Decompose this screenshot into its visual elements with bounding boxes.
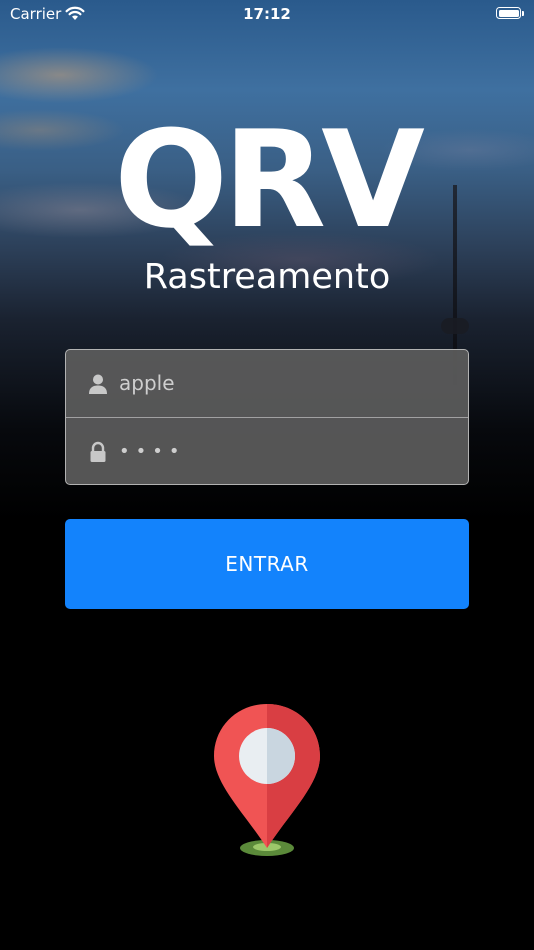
enter-button[interactable]: ENTRAR — [65, 519, 469, 609]
password-input[interactable]: •••• — [119, 418, 459, 484]
background-tower-pod — [441, 318, 469, 334]
clock: 17:12 — [243, 5, 291, 23]
username-field[interactable]: apple — [66, 350, 468, 417]
username-input[interactable]: apple — [119, 350, 459, 417]
user-icon — [89, 374, 107, 394]
app-logo: QRV — [114, 102, 425, 258]
location-pin-icon — [214, 704, 320, 856]
lock-icon — [90, 441, 106, 462]
battery-tip — [522, 11, 524, 16]
password-field[interactable]: •••• — [66, 417, 468, 484]
battery-icon — [496, 7, 521, 19]
app-subtitle: Rastreamento — [143, 257, 391, 297]
status-bar: Carrier 17:12 — [0, 0, 534, 30]
login-form: apple •••• — [65, 349, 469, 485]
